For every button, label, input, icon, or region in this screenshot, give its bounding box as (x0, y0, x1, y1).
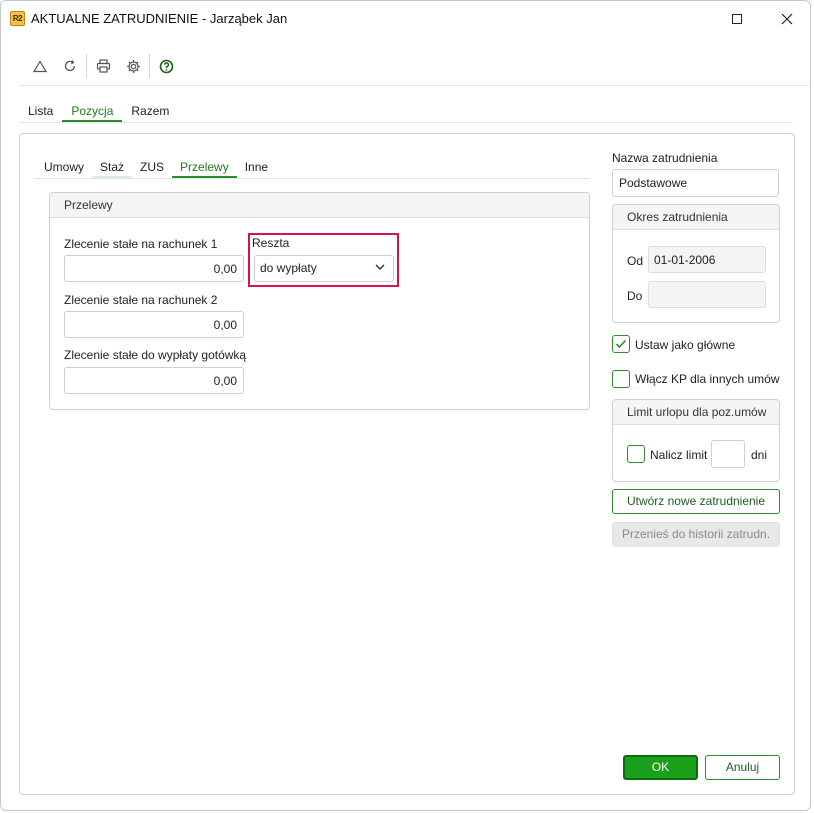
refresh-button[interactable] (55, 51, 85, 81)
ustaw-jako-glowne-checkbox[interactable] (612, 335, 630, 353)
app-logo-icon: R2 (10, 11, 25, 26)
toolbar-separator (86, 54, 87, 78)
nalicz-limit-checkbox[interactable] (627, 445, 645, 463)
toolbar (25, 51, 181, 81)
sub-tabs-divider (34, 178, 590, 179)
dni-input[interactable] (711, 440, 745, 468)
chevron-down-icon (375, 264, 385, 270)
triangle-button[interactable] (25, 51, 55, 81)
do-date-input[interactable] (648, 281, 766, 308)
rachunek1-input[interactable] (64, 255, 244, 282)
od-label: Od (627, 254, 644, 268)
okres-group-title: Okres zatrudnienia (613, 205, 779, 230)
nazwa-zatrudnienia-label: Nazwa zatrudnienia (612, 151, 718, 165)
nazwa-zatrudnienia-input[interactable] (612, 169, 779, 197)
tab-przelewy[interactable]: Przelewy (172, 155, 237, 179)
help-button[interactable] (151, 51, 181, 81)
toolbar-divider (19, 85, 809, 86)
toolbar-separator (149, 54, 150, 78)
title-bar: R2 AKTUALNE ZATRUDNIENIE - Jarząbek Jan (1, 1, 810, 37)
reszta-select[interactable]: do wypłaty (254, 255, 394, 282)
do-label: Do (627, 289, 643, 303)
top-tabs-divider (19, 122, 793, 123)
ok-button[interactable]: OK (623, 755, 698, 780)
top-tabs: Lista Pozycja Razem (19, 99, 178, 123)
sub-tabs: Umowy Staż ZUS Przelewy Inne (36, 155, 276, 179)
close-button[interactable] (772, 5, 802, 33)
limit-urlopu-group: Limit urlopu dla poz.umów Nalicz limit d… (612, 399, 780, 482)
move-to-history-button[interactable]: Przenieś do historii zatrudn. (612, 522, 780, 547)
gotowka-input[interactable] (64, 367, 244, 394)
nalicz-limit-label: Nalicz limit (650, 448, 708, 462)
okres-group: Okres zatrudnienia Od Do (612, 204, 780, 323)
wlacz-kp-checkbox[interactable] (612, 370, 630, 388)
window-title: AKTUALNE ZATRUDNIENIE - Jarząbek Jan (31, 11, 288, 26)
refresh-icon (64, 60, 76, 72)
rachunek1-label: Zlecenie stałe na rachunek 1 (64, 237, 218, 251)
przelewy-group: Przelewy Zlecenie stałe na rachunek 1 Zl… (49, 192, 590, 410)
reszta-label: Reszta (252, 236, 290, 250)
reszta-highlight: Reszta do wypłaty (248, 233, 399, 287)
gotowka-label: Zlecenie stałe do wypłaty gotówką (64, 348, 247, 362)
create-employment-button[interactable]: Utwórz nowe zatrudnienie (612, 489, 780, 514)
reszta-select-value: do wypłaty (260, 261, 317, 275)
maximize-icon (732, 14, 742, 24)
ustaw-jako-glowne-label: Ustaw jako główne (635, 338, 736, 352)
triangle-icon (33, 59, 47, 72)
tab-umowy[interactable]: Umowy (36, 155, 92, 179)
od-date-input[interactable] (648, 246, 766, 273)
tab-lista[interactable]: Lista (19, 99, 62, 123)
tab-razem[interactable]: Razem (122, 99, 178, 123)
wlacz-kp-label: Włącz KP dla innych umów (635, 372, 780, 386)
help-icon (159, 59, 173, 73)
tab-pozycja[interactable]: Pozycja (62, 99, 123, 123)
dialog-window: R2 AKTUALNE ZATRUDNIENIE - Jarząbek Jan (0, 0, 811, 811)
tab-zus[interactable]: ZUS (132, 155, 172, 179)
main-panel: Umowy Staż ZUS Przelewy Inne Przelewy Zl… (19, 133, 795, 795)
tab-inne[interactable]: Inne (237, 155, 276, 179)
print-icon (96, 59, 110, 73)
print-button[interactable] (88, 51, 118, 81)
gear-icon (126, 59, 140, 73)
close-icon (781, 13, 793, 25)
settings-button[interactable] (118, 51, 148, 81)
rachunek2-label: Zlecenie stałe na rachunek 2 (64, 293, 218, 307)
dni-label: dni (751, 448, 768, 462)
checkmark-icon (615, 339, 627, 349)
limit-urlopu-title: Limit urlopu dla poz.umów (613, 400, 779, 425)
maximize-button[interactable] (722, 5, 752, 33)
rachunek2-input[interactable] (64, 311, 244, 338)
tab-staz[interactable]: Staż (92, 155, 133, 179)
cancel-button[interactable]: Anuluj (705, 755, 780, 780)
przelewy-group-title: Przelewy (50, 193, 589, 218)
